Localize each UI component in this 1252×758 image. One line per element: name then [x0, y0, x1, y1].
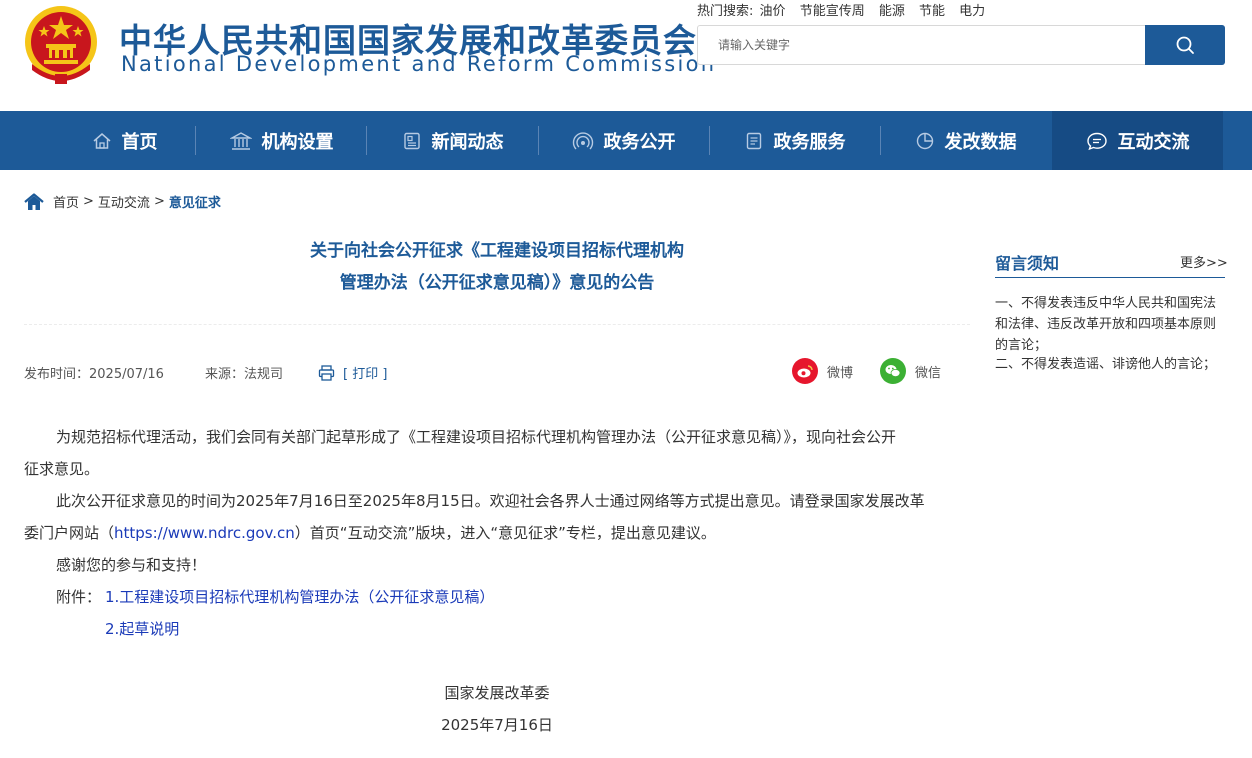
institution-icon — [229, 131, 252, 151]
sidebar-rule-1: 一、不得发表违反中华人民共和国宪法和法律、违反改革开放和四项基本原则的言论； — [995, 296, 1217, 353]
sidebar-more-link[interactable]: 更多>> — [1180, 252, 1228, 271]
sidebar-rule-2: 二、不得发表造谣、诽谤他人的言论； — [995, 357, 1217, 372]
share-weibo[interactable]: 微博 — [792, 358, 853, 384]
attachment-label: 附件： — [56, 588, 102, 606]
search-button[interactable] — [1145, 25, 1225, 65]
wechat-icon — [880, 358, 906, 384]
pie-chart-icon — [915, 131, 935, 151]
nav-item-label: 新闻动态 — [431, 131, 504, 153]
breadcrumb-current[interactable]: 意见征求 — [169, 192, 221, 211]
news-icon — [402, 131, 422, 151]
printer-icon — [318, 364, 335, 381]
article-title-line2: 管理办法（公开征求意见稿）》意见的公告 — [339, 273, 655, 293]
breadcrumb-separator: > — [83, 194, 94, 209]
attachment-link-1[interactable]: 1.工程建设项目招标代理机构管理办法（公开征求意见稿） — [105, 586, 494, 607]
nav-item-label: 首页 — [121, 131, 158, 153]
share-weibo-label: 微博 — [827, 365, 854, 381]
print-button[interactable]: [ 打印 ] — [318, 363, 387, 382]
ndrc-website-link[interactable]: https://www.ndrc.gov.cn — [114, 524, 295, 542]
nav-item-label: 政务公开 — [603, 131, 676, 153]
hot-search-item[interactable]: 节能 — [919, 4, 945, 19]
breadcrumb-interaction[interactable]: 互动交流 — [98, 192, 150, 211]
search-box — [697, 25, 1225, 65]
breadcrumb-separator: > — [153, 194, 165, 209]
hot-search-item[interactable]: 节能宣传周 — [800, 4, 865, 19]
weibo-icon — [792, 358, 818, 384]
broadcast-icon — [572, 131, 594, 151]
main-nav: 首页 机构设置 新闻动态 政务公开 政务服务 发改数据 互动交流 — [0, 111, 1252, 170]
print-label: [ 打印 ] — [343, 367, 388, 382]
home-icon — [92, 131, 112, 151]
paragraph-1-line2: 征求意见。 — [24, 460, 100, 478]
nav-item-label: 互动交流 — [1117, 131, 1190, 153]
article-title-line1: 关于向社会公开征求《工程建设项目招标代理机构 — [310, 241, 684, 261]
nav-item-services[interactable]: 政务服务 — [709, 111, 880, 170]
sidebar-title: 留言须知 — [995, 254, 1060, 273]
chat-icon — [1086, 131, 1108, 151]
nav-item-interaction[interactable]: 互动交流 — [1052, 111, 1223, 170]
paragraph-2-text-a: 委门户网站（ — [24, 524, 115, 542]
hot-search-item[interactable]: 能源 — [879, 4, 905, 19]
nav-item-government-affairs[interactable]: 政务公开 — [538, 111, 709, 170]
paragraph-2-line2: 委门户网站（https://www.ndrc.gov.cn）首页“互动交流”版块… — [24, 522, 716, 543]
signature-org: 国家发展改革委 — [444, 684, 550, 702]
site-title-en: National Development and Reform Commissi… — [121, 52, 717, 76]
nav-item-label: 政务服务 — [773, 131, 846, 153]
hot-search-bar: 热门搜索: 油价 节能宣传周 能源 节能 电力 — [697, 0, 995, 19]
national-emblem-icon[interactable] — [22, 4, 100, 86]
signature-date: 2025年7月16日 — [441, 716, 553, 734]
home-icon[interactable] — [24, 192, 44, 211]
publish-time: 发布时间：2025/07/16 — [24, 367, 164, 382]
share-wechat[interactable]: 微信 — [880, 358, 941, 384]
hot-search-item[interactable]: 电力 — [959, 4, 985, 19]
nav-item-label: 发改数据 — [944, 131, 1017, 153]
article-source: 来源：法规司 — [205, 367, 284, 382]
paragraph-3: 感谢您的参与和支持！ — [56, 556, 207, 574]
nav-item-institution[interactable]: 机构设置 — [196, 111, 367, 170]
search-icon — [1175, 35, 1195, 55]
attachment-link-2[interactable]: 2.起草说明 — [105, 618, 179, 639]
title-divider — [24, 324, 970, 325]
breadcrumb: 首页 > 互动交流 > 意见征求 — [24, 192, 221, 211]
nav-item-data[interactable]: 发改数据 — [880, 111, 1051, 170]
nav-item-news[interactable]: 新闻动态 — [367, 111, 538, 170]
paragraph-1-line1: 为规范招标代理活动，我们会同有关部门起草形成了《工程建设项目招标代理机构管理办法… — [56, 428, 897, 446]
nav-item-home[interactable]: 首页 — [39, 111, 210, 170]
search-input[interactable] — [708, 26, 1138, 64]
document-icon — [744, 131, 764, 151]
paragraph-2-line1: 此次公开征求意见的时间为2025年7月16日至2025年8月15日。欢迎社会各界… — [56, 492, 925, 510]
nav-item-label: 机构设置 — [261, 131, 334, 153]
site-header: 中华人民共和国国家发展和改革委员会 National Development a… — [0, 0, 1252, 110]
hot-search-label: 热门搜索: — [697, 4, 754, 19]
paragraph-2-text-b: ）首页“互动交流”版块，进入“意见征求”专栏，提出意见建议。 — [294, 524, 716, 542]
breadcrumb-home[interactable]: 首页 — [53, 192, 79, 211]
sidebar-divider — [995, 277, 1225, 278]
share-wechat-label: 微信 — [915, 365, 942, 381]
hot-search-item[interactable]: 油价 — [760, 4, 786, 19]
